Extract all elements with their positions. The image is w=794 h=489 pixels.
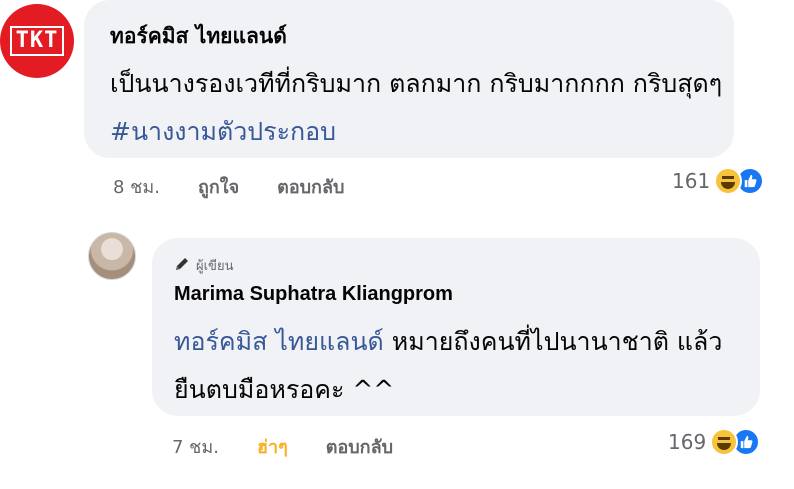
- comment-body-1: เป็นนางรองเวทีที่กริบมาก ตลกมาก กริบมากก…: [110, 69, 723, 98]
- mention-link[interactable]: ทอร์คมิส ไทยแลนด์: [174, 327, 384, 356]
- author-badge: ผู้เขียน: [174, 255, 233, 276]
- haha-button-2[interactable]: ฮ่าๆ: [257, 432, 288, 461]
- author-badge-label: ผู้เขียน: [196, 259, 234, 274]
- like-button-1[interactable]: ถูกใจ: [198, 172, 239, 201]
- comment-author-1[interactable]: ทอร์คมิส ไทยแลนด์: [110, 20, 287, 53]
- reaction-count-2: 169: [668, 430, 707, 454]
- haha-icon: [710, 428, 739, 456]
- comment-author-2[interactable]: Marima Suphatra Kliangprom: [174, 283, 453, 306]
- comment-text-2: ทอร์คมิส ไทยแลนด์ หมายถึงคนที่ไปนานาชาติ…: [174, 318, 754, 414]
- comment-time-2[interactable]: 7 ชม.: [172, 432, 219, 461]
- comment-meta-2: 7 ชม. ฮ่าๆ ตอบกลับ: [172, 432, 393, 461]
- pencil-icon: [174, 256, 190, 276]
- reply-button-2[interactable]: ตอบกลับ: [326, 432, 393, 461]
- reaction-count-1: 161: [672, 169, 711, 193]
- comment-meta-1: 8 ชม. ถูกใจ ตอบกลับ: [113, 172, 344, 201]
- reply-button-1[interactable]: ตอบกลับ: [277, 172, 344, 201]
- comment-text-1: เป็นนางรองเวทีที่กริบมาก ตลกมาก กริบมากก…: [110, 60, 730, 156]
- tkt-logo: TKT: [9, 26, 65, 56]
- haha-icon: [714, 167, 743, 195]
- reactions-summary-1[interactable]: 161: [672, 167, 765, 195]
- user-avatar[interactable]: [88, 232, 136, 280]
- page-avatar[interactable]: TKT: [0, 4, 74, 78]
- reactions-summary-2[interactable]: 169: [668, 428, 761, 456]
- comment-time-1[interactable]: 8 ชม.: [113, 172, 160, 201]
- hashtag-link[interactable]: #นางงามตัวประกอบ: [110, 117, 336, 146]
